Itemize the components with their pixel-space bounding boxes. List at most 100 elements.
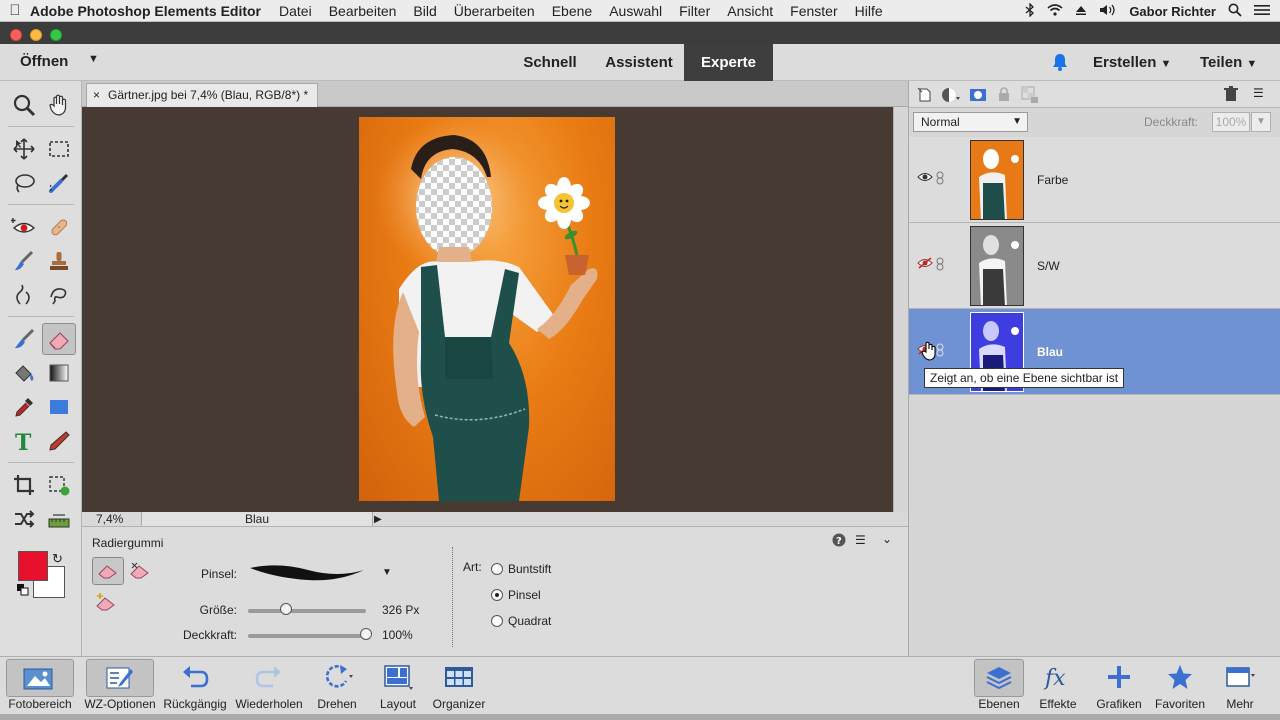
- organizer-button[interactable]: Organizer: [430, 657, 488, 717]
- type-tool-icon[interactable]: T: [7, 425, 41, 457]
- eraser-tool-icon[interactable]: [42, 323, 76, 355]
- zoom-level[interactable]: 7,4%: [96, 512, 123, 526]
- type-option-quadrat[interactable]: Quadrat: [491, 614, 551, 628]
- tool-options-button[interactable]: WZ-Optionen: [80, 657, 160, 717]
- user-name[interactable]: Gabor Richter: [1129, 4, 1216, 19]
- eyedropper-tool-icon[interactable]: [7, 391, 41, 423]
- menu-ansicht[interactable]: Ansicht: [727, 3, 773, 19]
- status-menu-arrow-icon[interactable]: ▶: [374, 513, 382, 527]
- share-menu-button[interactable]: Teilen ▼: [1200, 54, 1257, 71]
- open-button[interactable]: Öffnen: [20, 53, 68, 70]
- menu-auswahl[interactable]: Auswahl: [609, 3, 662, 19]
- smudge-tool-icon[interactable]: [42, 279, 76, 311]
- hand-tool-icon[interactable]: [42, 89, 76, 121]
- document-image[interactable]: [359, 117, 615, 501]
- create-menu-button[interactable]: Erstellen ▼: [1093, 54, 1171, 71]
- new-layer-icon[interactable]: [917, 87, 933, 106]
- layer-row-farbe[interactable]: Farbe: [909, 137, 1280, 223]
- radio-button[interactable]: [491, 563, 503, 575]
- close-window-button[interactable]: [10, 29, 22, 41]
- collapse-panel-icon[interactable]: ⌄: [882, 532, 892, 546]
- more-button[interactable]: Mehr: [1210, 657, 1270, 717]
- menu-hilfe[interactable]: Hilfe: [855, 3, 883, 19]
- bluetooth-icon[interactable]: [1025, 1, 1035, 20]
- default-colors-icon[interactable]: [17, 584, 29, 599]
- layer-opacity-dropdown-icon[interactable]: ▼: [1251, 112, 1271, 132]
- zoom-tool-icon[interactable]: [7, 89, 41, 121]
- size-slider[interactable]: [248, 609, 366, 613]
- layers-button[interactable]: Ebenen: [968, 657, 1030, 717]
- eject-icon[interactable]: [1075, 4, 1087, 19]
- status-info-field[interactable]: Blau ▶: [141, 512, 382, 526]
- clone-stamp-tool-icon[interactable]: [42, 245, 76, 277]
- blend-mode-select[interactable]: Normal ▼: [913, 112, 1028, 132]
- menu-fenster[interactable]: Fenster: [790, 3, 837, 19]
- brush-preview[interactable]: [248, 560, 368, 587]
- opacity-slider[interactable]: [248, 634, 366, 638]
- visibility-hidden-icon[interactable]: [917, 257, 933, 272]
- app-menu[interactable]: Adobe Photoshop Elements Editor: [30, 3, 261, 19]
- layer-link-icon[interactable]: [936, 257, 944, 274]
- layer-link-icon[interactable]: [936, 171, 944, 188]
- straighten-tool-icon[interactable]: [42, 503, 76, 535]
- menu-filter[interactable]: Filter: [679, 3, 710, 19]
- help-icon[interactable]: ?: [832, 533, 846, 550]
- brush-tool-icon[interactable]: [7, 323, 41, 355]
- adjustment-layer-icon[interactable]: [941, 87, 961, 106]
- menu-bearbeiten[interactable]: Bearbeiten: [329, 3, 397, 19]
- menu-bild[interactable]: Bild: [413, 3, 436, 19]
- layer-mask-icon[interactable]: [969, 87, 987, 106]
- delete-layer-icon[interactable]: [1223, 86, 1239, 105]
- size-slider-handle[interactable]: [279, 603, 292, 615]
- notification-bell-icon[interactable]: [1050, 52, 1070, 75]
- blur-tool-icon[interactable]: [7, 279, 41, 311]
- type-option-pinsel[interactable]: Pinsel: [491, 588, 541, 602]
- marquee-tool-icon[interactable]: [42, 133, 76, 165]
- notification-list-icon[interactable]: [1254, 4, 1270, 19]
- document-tab[interactable]: × Gärtner.jpg bei 7,4% (Blau, RGB/8*) *: [86, 83, 318, 107]
- layer-link-icon[interactable]: [936, 343, 944, 360]
- menu-ebene[interactable]: Ebene: [552, 3, 592, 19]
- mode-tab-experte[interactable]: Experte: [684, 44, 773, 81]
- menu-ueberarbeiten[interactable]: Überarbeiten: [454, 3, 535, 19]
- pencil-tool-icon[interactable]: [42, 425, 76, 457]
- minimize-window-button[interactable]: [30, 29, 42, 41]
- layout-button[interactable]: Layout: [366, 657, 430, 717]
- radio-button[interactable]: [491, 615, 503, 627]
- volume-icon[interactable]: [1099, 4, 1117, 19]
- red-eye-tool-icon[interactable]: [7, 211, 41, 243]
- vertical-scrollbar[interactable]: [893, 107, 908, 512]
- undo-button[interactable]: Rückgängig: [160, 657, 230, 717]
- visibility-eye-icon[interactable]: [917, 171, 933, 186]
- gradient-tool-icon[interactable]: [42, 357, 76, 389]
- mode-tab-schnell[interactable]: Schnell: [510, 44, 590, 81]
- lock-transparency-icon[interactable]: [1021, 86, 1039, 107]
- foreground-color-swatch[interactable]: [18, 551, 48, 581]
- brush-dropdown-icon[interactable]: ▼: [382, 567, 392, 578]
- panel-menu-icon[interactable]: ☰: [1253, 86, 1264, 100]
- lasso-tool-icon[interactable]: [7, 167, 41, 199]
- spot-healing-brush-icon[interactable]: [42, 211, 76, 243]
- opacity-slider-handle[interactable]: [360, 628, 372, 640]
- redo-button[interactable]: Wiederholen: [230, 657, 308, 717]
- smart-brush-tool-icon[interactable]: [7, 245, 41, 277]
- mode-tab-assistent[interactable]: Assistent: [596, 44, 682, 81]
- content-aware-move-icon[interactable]: [7, 503, 41, 535]
- wifi-icon[interactable]: [1047, 3, 1063, 19]
- eraser-variant-icon[interactable]: [92, 557, 124, 585]
- graphics-button[interactable]: Grafiken: [1088, 657, 1150, 717]
- quick-selection-tool-icon[interactable]: [42, 167, 76, 199]
- favorites-button[interactable]: Favoriten: [1150, 657, 1210, 717]
- zoom-window-button[interactable]: [50, 29, 62, 41]
- layer-row-sw[interactable]: S/W: [909, 223, 1280, 309]
- spotlight-search-icon[interactable]: [1228, 3, 1242, 20]
- menu-datei[interactable]: Datei: [279, 3, 312, 19]
- photo-bin-button[interactable]: Fotobereich: [0, 657, 80, 717]
- effects-button[interactable]: fx Effekte: [1030, 657, 1086, 717]
- radio-button[interactable]: [491, 589, 503, 601]
- magic-eraser-icon[interactable]: [94, 591, 118, 618]
- apple-menu-icon[interactable]: : [0, 2, 30, 19]
- type-option-buntstift[interactable]: Buntstift: [491, 562, 551, 576]
- lock-icon[interactable]: [997, 86, 1011, 105]
- move-tool-icon[interactable]: [7, 133, 41, 165]
